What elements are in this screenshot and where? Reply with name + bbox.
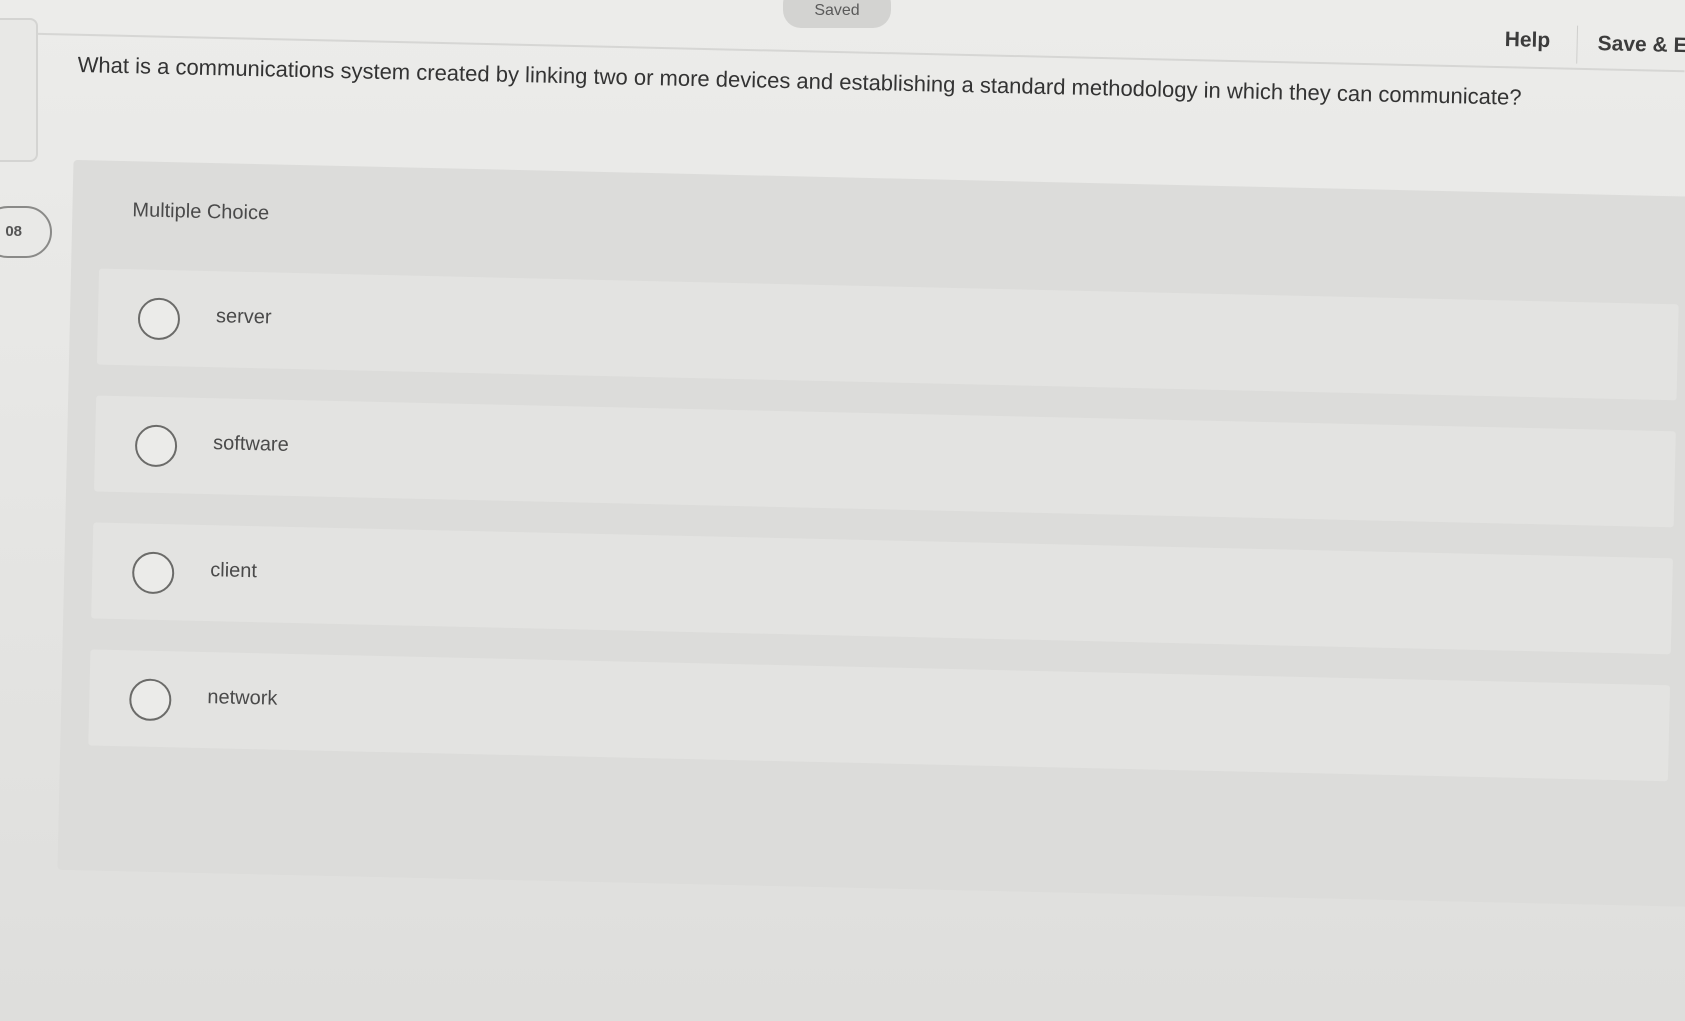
header-actions: Help Save & E — [1504, 25, 1685, 73]
choice-label: network — [207, 686, 278, 710]
radio-button[interactable] — [137, 297, 181, 341]
help-link[interactable]: Help — [1504, 28, 1550, 53]
saved-status-badge: Saved — [783, 0, 891, 28]
question-text: What is a communications system created … — [77, 52, 1522, 110]
choice-label: software — [212, 432, 289, 456]
choice-label: client — [210, 559, 258, 583]
question-area: What is a communications system created … — [57, 52, 1685, 908]
answer-card: Multiple Choice server software client n… — [57, 159, 1685, 908]
choice-option[interactable]: network — [88, 649, 1671, 782]
timer-badge: 08 — [0, 206, 52, 258]
quiz-screen: Saved 08 Help Save & E What is a communi… — [0, 0, 1685, 1021]
header-link-separator — [1576, 25, 1579, 64]
radio-button[interactable] — [131, 551, 175, 595]
question-type-label: Multiple Choice — [132, 199, 270, 225]
choice-option[interactable]: server — [96, 268, 1679, 401]
radio-button[interactable] — [128, 678, 172, 722]
choice-option[interactable]: software — [94, 395, 1676, 528]
side-panel-tab[interactable] — [0, 18, 38, 162]
choice-option[interactable]: client — [91, 522, 1673, 655]
save-exit-link[interactable]: Save & E — [1597, 32, 1685, 58]
radio-button[interactable] — [134, 424, 178, 468]
choice-label: server — [215, 305, 272, 329]
